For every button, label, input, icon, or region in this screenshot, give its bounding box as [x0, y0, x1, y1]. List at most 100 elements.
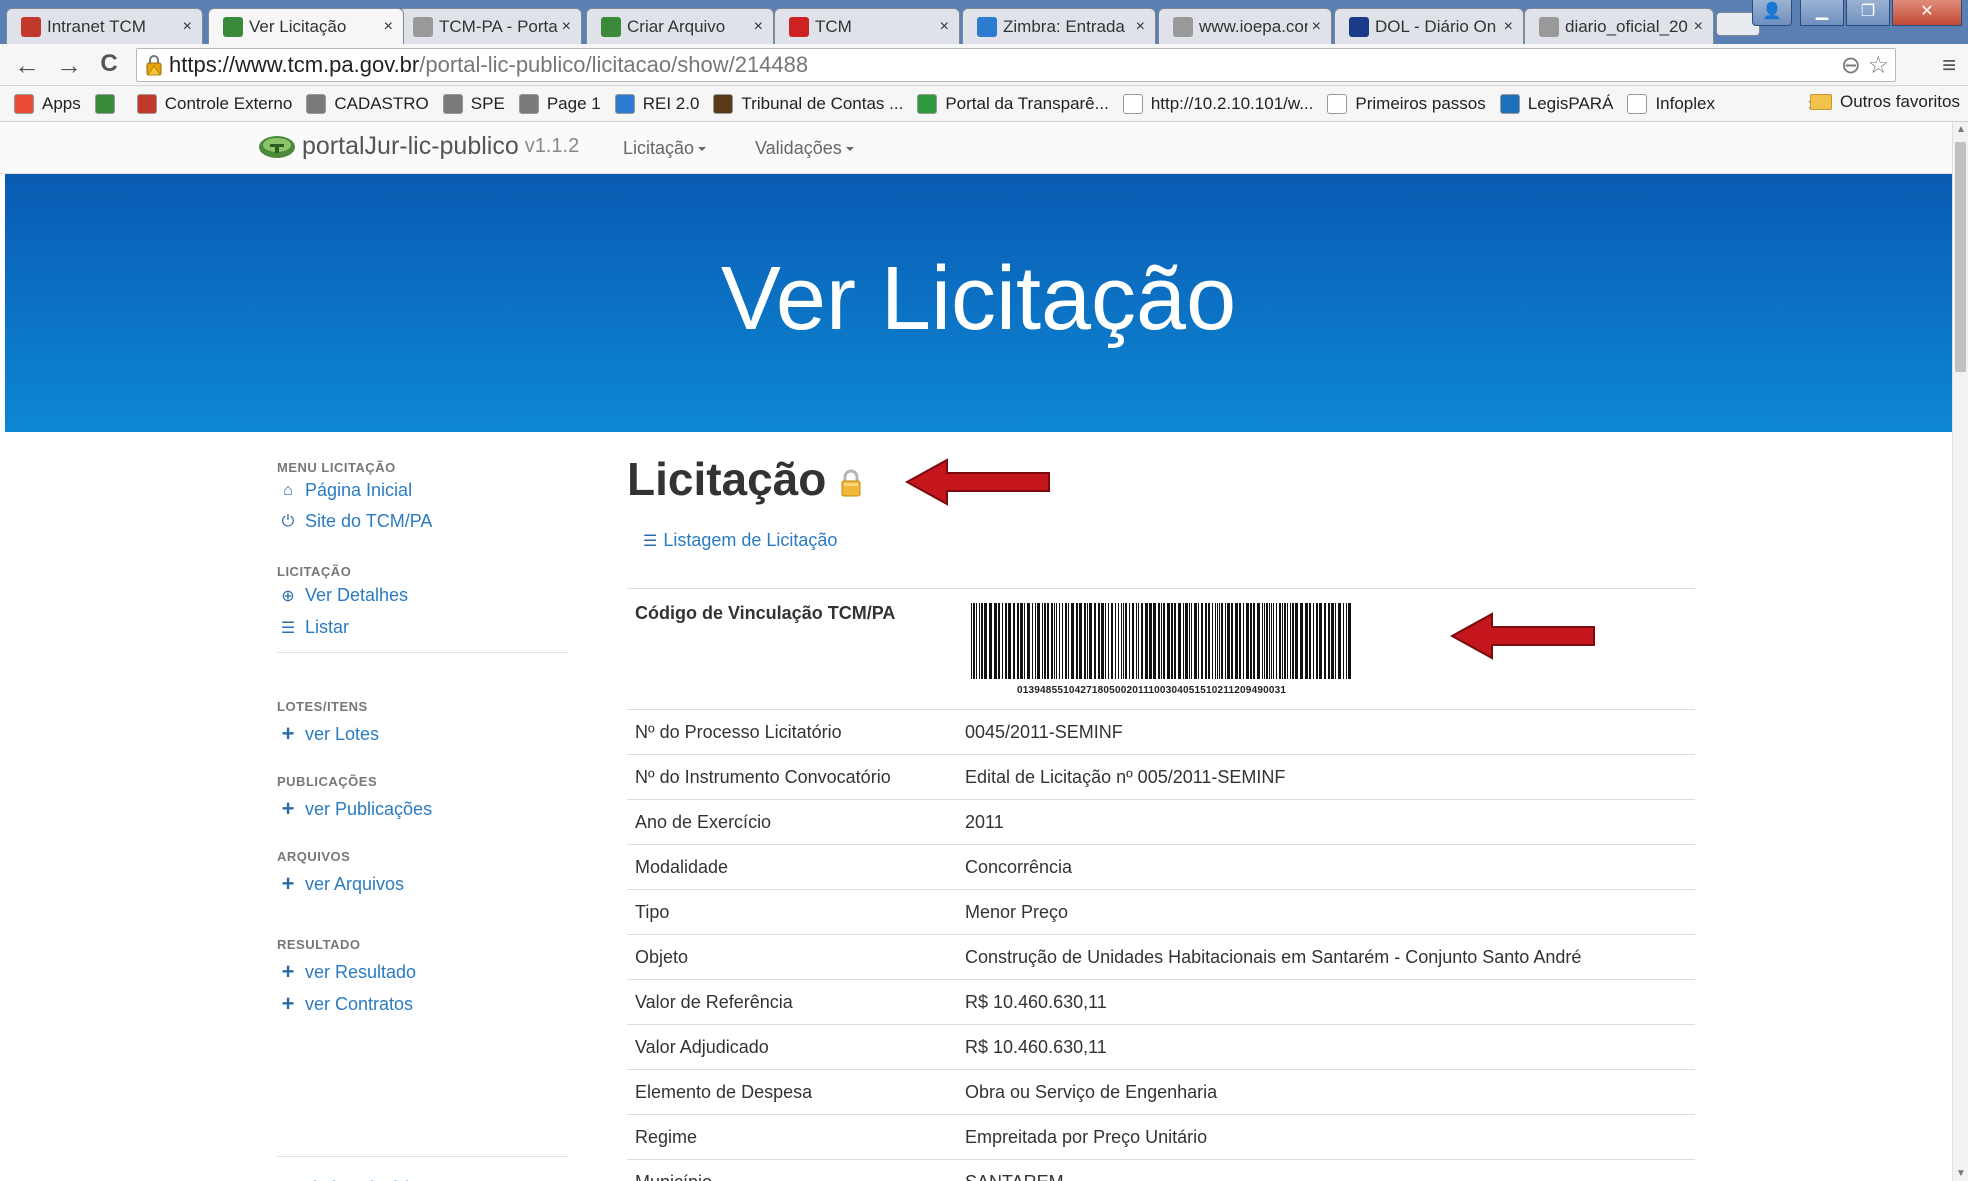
sidebar-item[interactable]: + ver Publicações	[277, 796, 433, 822]
user-profile-button[interactable]: 👤	[1752, 0, 1792, 26]
browser-tab[interactable]: Zimbra: Entrada ×	[962, 8, 1156, 44]
close-tab-icon[interactable]: ×	[562, 18, 571, 36]
bookmark-item[interactable]: Controle Externo	[136, 93, 292, 114]
barcode-bar	[1271, 603, 1272, 679]
scrollbar-thumb[interactable]	[1955, 142, 1966, 372]
sidebar-item[interactable]: + ver Resultado	[277, 959, 417, 985]
scroll-up-arrow-icon[interactable]: ▲	[1956, 124, 1966, 135]
barcode-bar	[1145, 603, 1148, 679]
row-value: Concorrência	[957, 844, 1695, 890]
page-scrollbar[interactable]: ▲ ▼	[1952, 122, 1968, 1181]
flag-icon	[917, 93, 938, 114]
bookmark-item[interactable]: CADASTRO	[306, 93, 429, 114]
row-value: 2011	[957, 799, 1695, 845]
barcode-bar	[1319, 603, 1322, 679]
table-row: Ano de Exercício 2011	[627, 799, 1695, 845]
barcode-bar	[989, 603, 992, 679]
browser-tab[interactable]: Ver Licitação ×	[208, 8, 404, 44]
close-tab-icon[interactable]: ×	[1136, 18, 1145, 36]
plus-icon: +	[281, 871, 295, 896]
app-brand[interactable]: portalJur-lic-publico v1.1.2	[258, 132, 579, 161]
close-window-button[interactable]: ✕	[1892, 0, 1962, 26]
browser-tab[interactable]: Criar Arquivo ×	[586, 8, 774, 44]
bookmark-item[interactable]: Apps	[14, 93, 81, 114]
bookmark-item[interactable]: Page 1	[518, 93, 601, 114]
barcode-bar	[1324, 603, 1326, 679]
barcode-bar	[1208, 603, 1210, 679]
close-tab-icon[interactable]: ×	[1504, 18, 1513, 36]
nav-licitacao-dropdown[interactable]: Licitação	[623, 138, 707, 159]
bookmark-item[interactable]: Infoplex	[1627, 93, 1715, 114]
barcode-bar	[1115, 603, 1116, 679]
browser-toolbar: ← → C https://www.tcm.pa.gov.br/portal-l…	[0, 44, 1968, 86]
barcode-bar	[1201, 603, 1203, 679]
close-tab-icon[interactable]: ×	[1694, 18, 1703, 36]
sidebar-item[interactable]: ⊕ Ver Detalhes	[277, 585, 408, 606]
barcode-bar	[1042, 603, 1043, 679]
browser-tab[interactable]: TCM ×	[774, 8, 960, 44]
close-tab-icon[interactable]: ×	[940, 18, 949, 36]
table-row: Valor Adjudicado R$ 10.460.630,11	[627, 1024, 1695, 1070]
sidebar-item-label: ver Publicações	[305, 798, 433, 819]
close-tab-icon[interactable]: ×	[183, 18, 192, 36]
page-icon	[1173, 16, 1193, 37]
bookmark-item[interactable]	[94, 93, 123, 114]
bookmark-item[interactable]: SPE	[442, 93, 505, 114]
red-arrow-annotation	[1450, 612, 1595, 660]
browser-menu-button[interactable]: ≡	[1942, 52, 1956, 80]
apps-grid-icon	[14, 93, 34, 114]
barcode-bar	[1292, 603, 1294, 679]
barcode-bar	[1125, 603, 1127, 679]
minimize-button[interactable]: ▁	[1800, 0, 1844, 26]
reload-button[interactable]: C	[94, 50, 124, 78]
browser-tab[interactable]: DOL - Diário On ×	[1334, 8, 1524, 44]
maximize-button[interactable]: ❐	[1846, 0, 1890, 26]
barcode-bar	[1054, 603, 1055, 679]
sidebar-item[interactable]: ⏻ Site do TCM/PA	[277, 511, 433, 532]
table-row: Nº do Instrumento Convocatório Edital de …	[627, 754, 1695, 800]
sidebar-item[interactable]: + ver Arquivos	[277, 871, 404, 897]
barcode-bar	[1338, 603, 1341, 679]
row-label: Regime	[627, 1114, 957, 1160]
barcode-bar	[1300, 603, 1303, 679]
listagem-licitacao-link[interactable]: ☰ Listagem de Licitação	[643, 530, 837, 551]
plus-icon: +	[281, 991, 295, 1016]
bookmark-item[interactable]: LegisPARÁ	[1499, 93, 1613, 114]
bookmark-item[interactable]: Portal da Transparê...	[917, 93, 1109, 114]
scroll-down-arrow-icon[interactable]: ▼	[1956, 1168, 1966, 1179]
sidebar-divider	[277, 652, 569, 653]
bookmark-item[interactable]: REI 2.0	[614, 93, 699, 114]
back-button[interactable]: ←	[12, 50, 42, 81]
lock-icon	[841, 469, 861, 497]
close-tab-icon[interactable]: ×	[754, 18, 763, 36]
barcode-bar	[1037, 603, 1040, 679]
address-bar[interactable]: https://www.tcm.pa.gov.br/portal-lic-pub…	[136, 48, 1896, 82]
sidebar-item[interactable]: + ver Lotes	[277, 721, 379, 747]
nav-validacoes-dropdown[interactable]: Validações	[755, 138, 854, 159]
tribunal-icon	[713, 93, 734, 114]
browser-tab[interactable]: diario_oficial_20 ×	[1524, 8, 1714, 44]
browser-tab[interactable]: Intranet TCM ×	[6, 8, 203, 44]
barcode-bar	[1158, 603, 1160, 679]
sidebar-item[interactable]: ☰ Listar	[277, 617, 349, 638]
barcode-bar	[1035, 603, 1036, 679]
sidebar-item[interactable]: ⌂ Página Inicial	[277, 480, 412, 501]
browser-tab[interactable]: www.ioepa.com ×	[1158, 8, 1332, 44]
tab-title: TCM	[815, 16, 852, 36]
zoom-icon[interactable]: ⊖	[1841, 52, 1861, 79]
browser-tab[interactable]: TCM-PA - Porta ×	[398, 8, 582, 44]
close-tab-icon[interactable]: ×	[384, 18, 393, 36]
bookmark-item[interactable]: Tribunal de Contas ...	[713, 93, 903, 114]
chart-icon	[306, 93, 327, 114]
forward-button[interactable]: →	[54, 50, 84, 81]
other-bookmarks-folder[interactable]: Outros favoritos	[1810, 92, 1960, 112]
table-row: Regime Empreitada por Preço Unitário	[627, 1114, 1695, 1160]
bookmark-item[interactable]: http://10.2.10.101/w...	[1122, 93, 1313, 114]
bookmark-star-icon[interactable]: ☆	[1867, 52, 1889, 79]
barcode-bar	[1205, 603, 1207, 679]
close-tab-icon[interactable]: ×	[1312, 18, 1321, 36]
sidebar-item-label: ver Arquivos	[305, 873, 405, 894]
sidebar-item[interactable]: + ver Contratos	[277, 991, 413, 1017]
barcode-bar	[1047, 603, 1049, 679]
bookmark-item[interactable]: Primeiros passos	[1327, 93, 1486, 114]
